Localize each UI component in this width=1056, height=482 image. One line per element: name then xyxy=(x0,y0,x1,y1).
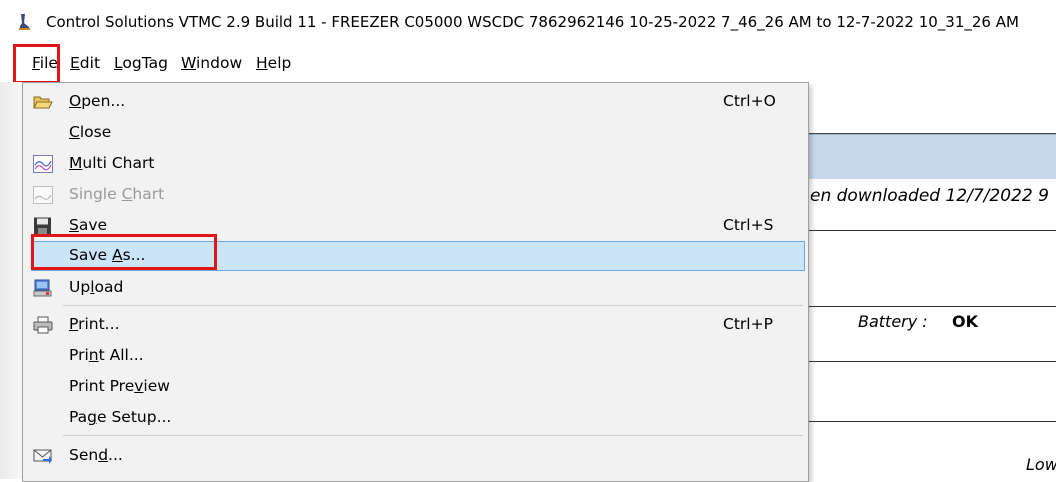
menu-item-label-part: Up xyxy=(69,278,91,296)
floppy-disk-icon xyxy=(34,217,51,235)
divider-line xyxy=(808,361,1056,362)
menu-item-label: Open... xyxy=(69,92,125,110)
menu-item-mnemonic: C xyxy=(121,185,133,203)
menu-item-upload[interactable]: Upload xyxy=(23,273,808,303)
menu-item-label: Print All... xyxy=(69,346,144,364)
menu-item-open[interactable]: Open... Ctrl+O xyxy=(23,87,808,117)
menu-logtag[interactable]: LogTag xyxy=(112,54,170,72)
menu-item-label: Page Setup... xyxy=(69,408,171,426)
menu-item-label-part: e Setup... xyxy=(97,408,172,426)
report-header-band xyxy=(808,134,1056,179)
battery-status-value: OK xyxy=(952,312,978,331)
menu-item-mnemonic: P xyxy=(69,315,79,333)
menu-item-mnemonic: O xyxy=(69,92,82,110)
folder-open-icon xyxy=(33,96,53,109)
title-bar: Control Solutions VTMC 2.9 Build 11 - FR… xyxy=(0,0,1056,44)
upload-icon xyxy=(33,279,52,297)
divider-line xyxy=(808,306,1056,307)
menu-item-label-part: t All... xyxy=(98,346,144,364)
menu-item-mnemonic: n xyxy=(88,346,99,364)
menu-item-label-part: iew xyxy=(143,377,170,395)
send-icon xyxy=(33,449,52,464)
battery-label: Battery : xyxy=(858,312,928,331)
menu-item-label-part: Print Pre xyxy=(69,377,135,395)
left-panel-edge xyxy=(0,82,22,479)
menu-item-label-part: pen... xyxy=(81,92,126,110)
menu-help-label: elp xyxy=(267,54,292,72)
menu-item-multi-chart[interactable]: Multi Chart xyxy=(23,149,808,179)
window-title: Control Solutions VTMC 2.9 Build 11 - FR… xyxy=(46,13,1019,31)
menu-window[interactable]: Window xyxy=(179,54,244,72)
menu-item-single-chart: Single Chart xyxy=(23,180,808,210)
menu-item-print[interactable]: Print... Ctrl+P xyxy=(23,310,808,340)
menu-item-shortcut: Ctrl+P xyxy=(723,315,773,333)
menu-item-label-part: Sen xyxy=(69,446,99,464)
low-label: Low xyxy=(1026,455,1056,474)
menu-help-mnemonic: H xyxy=(256,54,268,72)
menu-item-shortcut: Ctrl+S xyxy=(723,216,774,234)
menu-item-print-preview[interactable]: Print Preview xyxy=(23,372,808,402)
menu-edit-label: dit xyxy=(79,54,101,72)
menu-item-label: Close xyxy=(69,123,111,141)
file-menu-highlight-box xyxy=(13,44,60,84)
menu-window-label: indow xyxy=(196,54,243,72)
menu-logtag-label: ogTag xyxy=(122,54,168,72)
menu-item-label-part: ave xyxy=(78,216,108,234)
menu-item-label: Single Chart xyxy=(69,185,164,203)
menu-edit[interactable]: Edit xyxy=(68,54,102,72)
menu-item-label-part: lose xyxy=(79,123,112,141)
menu-item-shortcut: Ctrl+O xyxy=(723,92,776,110)
menu-item-label: Save xyxy=(69,216,107,234)
menu-item-mnemonic: M xyxy=(69,154,83,172)
menu-item-mnemonic: C xyxy=(69,123,80,141)
menu-item-label: Print Preview xyxy=(69,377,170,395)
menu-item-close[interactable]: Close xyxy=(23,118,808,148)
menu-item-label-part: rint... xyxy=(78,315,120,333)
menu-item-label-part: Single xyxy=(69,185,122,203)
menu-item-label-part: ... xyxy=(108,446,123,464)
menu-item-print-all[interactable]: Print All... xyxy=(23,341,808,371)
menu-window-mnemonic: W xyxy=(181,54,196,72)
menu-item-label-part: hart xyxy=(132,185,165,203)
menu-item-label: Multi Chart xyxy=(69,154,154,172)
menu-item-label-part: Pa xyxy=(69,408,88,426)
menu-item-label-part: Pri xyxy=(69,346,89,364)
single-chart-icon xyxy=(33,186,53,204)
menu-edit-mnemonic: E xyxy=(70,54,80,72)
menu-separator xyxy=(63,305,803,306)
menu-item-mnemonic: g xyxy=(87,408,97,426)
menu-item-page-setup[interactable]: Page Setup... xyxy=(23,403,808,433)
file-menu-dropdown: Open... Ctrl+O Close Multi Chart Single … xyxy=(22,82,809,482)
menu-item-label: Send... xyxy=(69,446,123,464)
menu-separator xyxy=(63,435,803,436)
printer-icon xyxy=(33,316,53,334)
app-icon xyxy=(19,14,30,30)
menu-item-label: Upload xyxy=(69,278,123,296)
menu-item-mnemonic: d xyxy=(98,446,109,464)
multi-chart-icon xyxy=(33,155,53,173)
save-as-highlight-box xyxy=(31,234,217,270)
menu-item-mnemonic: S xyxy=(69,216,79,234)
menu-item-send[interactable]: Send... xyxy=(23,441,808,471)
downloaded-info-text: en downloaded 12/7/2022 9 xyxy=(810,186,1049,206)
menu-bar: File Edit LogTag Window Help xyxy=(0,44,1056,82)
menu-item-label-part: oad xyxy=(94,278,124,296)
menu-item-label-part: ulti Chart xyxy=(82,154,155,172)
divider-line xyxy=(808,421,1056,422)
divider-line xyxy=(808,230,1056,231)
menu-help[interactable]: Help xyxy=(254,54,293,72)
menu-item-label: Print... xyxy=(69,315,119,333)
